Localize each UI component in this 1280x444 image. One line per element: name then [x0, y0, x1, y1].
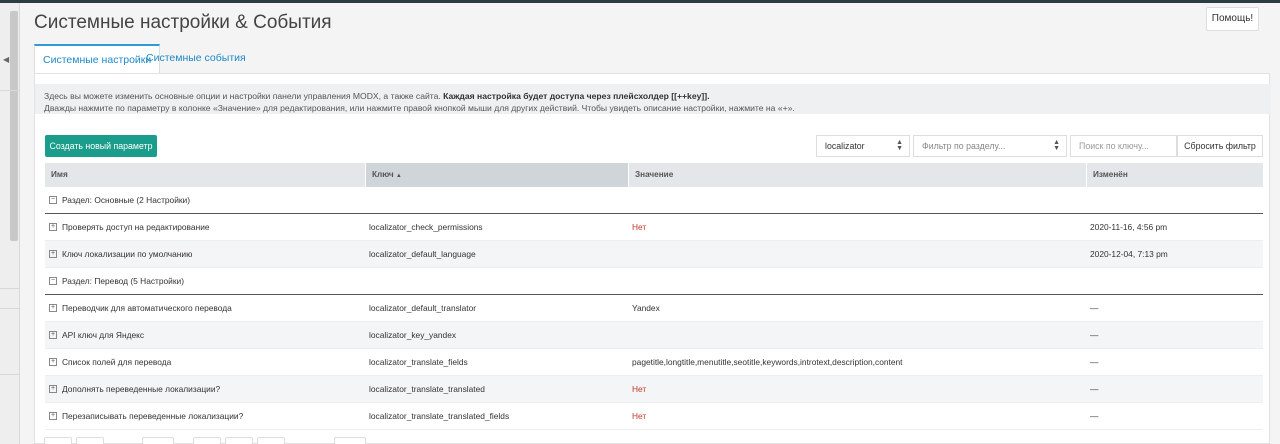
setting-modified: 2020-11-16, 4:56 pm	[1090, 222, 1168, 232]
expand-icon[interactable]: +	[49, 411, 57, 420]
setting-name: Проверять доступ на редактирование	[62, 222, 210, 232]
setting-modified: —	[1090, 303, 1099, 313]
table-row[interactable]: + Ключ локализации по умолчанию localizat…	[45, 241, 1263, 268]
collapse-icon[interactable]: −	[49, 276, 57, 285]
setting-value[interactable]: Yandex	[632, 295, 660, 322]
setting-modified: 2020-12-04, 7:13 pm	[1090, 249, 1168, 259]
area-filter-select[interactable]: Фильтр по разделу... ▲ ▼	[913, 135, 1067, 157]
top-bar	[0, 0, 1280, 3]
description-line1: Здесь вы можете изменить основные опции …	[44, 91, 444, 101]
expand-icon[interactable]: +	[49, 330, 57, 339]
namespace-select-value: localizator	[825, 141, 865, 151]
setting-value[interactable]: Нет	[632, 376, 646, 403]
setting-modified: —	[1090, 357, 1099, 367]
setting-value[interactable]: Нет	[632, 214, 646, 241]
updown-caret-icon: ▲ ▼	[1053, 139, 1060, 152]
setting-value[interactable]: pagetitle,longtitle,menutitle,seotitle,k…	[632, 349, 902, 376]
setting-modified: —	[1090, 330, 1099, 340]
col-header-name[interactable]: Имя	[45, 163, 365, 187]
pager-page-input[interactable]	[142, 437, 174, 444]
description-bold: Каждая настройка будет доступа через пле…	[443, 91, 710, 101]
collapse-icon[interactable]: −	[49, 195, 57, 204]
settings-panel: Здесь вы можете изменить основные опции …	[34, 73, 1271, 444]
setting-key: localizator_default_translator	[369, 303, 477, 313]
expand-icon[interactable]: +	[49, 249, 57, 258]
table-row[interactable]: + API ключ для Яндекс localizator_key_yan…	[45, 322, 1263, 349]
expand-icon[interactable]: +	[49, 384, 57, 393]
create-setting-button[interactable]: Создать новый параметр	[45, 135, 157, 157]
pager-last-button[interactable]	[225, 437, 253, 444]
setting-key: localizator_key_yandex	[369, 330, 457, 340]
setting-name: Перезаписывать переведенные локализации?	[62, 411, 244, 421]
pager-refresh-button[interactable]	[257, 437, 285, 444]
col-header-modified[interactable]: Изменён	[1086, 163, 1263, 187]
setting-value[interactable]: Нет	[632, 403, 646, 430]
setting-name: API ключ для Яндекс	[62, 330, 145, 340]
group-header[interactable]: − Раздел: Перевод (5 Настройки)	[45, 268, 1263, 295]
settings-grid: Имя Ключ ▲ Значение Изменён − Раздел: Осн…	[45, 163, 1263, 430]
key-search-input[interactable]: Поиск по ключу...	[1070, 135, 1177, 157]
setting-name: Дополнять переведенные локализации?	[62, 384, 221, 394]
help-button[interactable]: Помощь!	[1206, 7, 1259, 31]
table-row[interactable]: + Список полей для перевода localizator_t…	[45, 349, 1263, 376]
table-row[interactable]: + Проверять доступ на редактирование loca…	[45, 214, 1263, 241]
table-row[interactable]: + Дополнять переведенные локализации? loc…	[45, 376, 1263, 403]
setting-key: localizator_translate_translated	[369, 384, 485, 394]
grid-header: Имя Ключ ▲ Значение Изменён	[45, 163, 1263, 187]
setting-key: localizator_check_permissions	[369, 222, 483, 232]
table-row[interactable]: + Перезаписывать переведенные локализации…	[45, 403, 1263, 430]
group-label: Раздел: Основные (2 Настройки)	[62, 195, 191, 205]
reset-filter-button[interactable]: Сбросить фильтр	[1177, 135, 1263, 157]
expand-icon[interactable]: +	[49, 303, 57, 312]
setting-name: Список полей для перевода	[62, 357, 172, 367]
group-label: Раздел: Перевод (5 Настройки)	[62, 276, 184, 286]
divider	[0, 374, 20, 375]
description: Здесь вы можете изменить основные опции …	[35, 84, 1271, 114]
setting-modified: —	[1090, 384, 1099, 394]
page-title: Системные настройки & События	[34, 12, 332, 33]
namespace-select[interactable]: localizator ▲ ▼	[816, 135, 910, 157]
tab-system-events[interactable]: Системные события	[138, 44, 254, 74]
divider	[0, 288, 20, 289]
pager-size-input[interactable]	[334, 437, 366, 444]
pager-next-button[interactable]	[193, 437, 221, 444]
updown-caret-icon: ▲ ▼	[896, 139, 903, 152]
setting-name: Ключ локализации по умолчанию	[62, 249, 193, 259]
collapse-arrow-icon[interactable]: ◀	[3, 55, 9, 64]
pager-first-button[interactable]	[44, 437, 72, 444]
col-header-key[interactable]: Ключ ▲	[365, 163, 628, 187]
area-filter-placeholder: Фильтр по разделу...	[922, 141, 1006, 151]
col-header-key-label: Ключ	[372, 170, 394, 179]
col-header-value[interactable]: Значение	[628, 163, 1086, 187]
sidebar-scrollbar[interactable]	[10, 11, 18, 241]
setting-key: localizator_translate_fields	[369, 357, 468, 367]
expand-icon[interactable]: +	[49, 357, 57, 366]
setting-key: localizator_default_language	[369, 249, 476, 259]
description-line2: Дважды нажмите по параметру в колонке «З…	[44, 103, 795, 113]
setting-key: localizator_translate_translated_fields	[369, 411, 510, 421]
expand-icon[interactable]: +	[49, 222, 57, 231]
group-header[interactable]: − Раздел: Основные (2 Настройки)	[45, 187, 1263, 214]
sort-asc-icon: ▲	[395, 173, 402, 179]
left-sidebar-strip[interactable]: ◀	[0, 3, 20, 444]
setting-modified: —	[1090, 411, 1099, 421]
table-row[interactable]: + Переводчик для автоматического перевода…	[45, 295, 1263, 322]
divider	[0, 308, 20, 309]
divider	[0, 90, 20, 91]
pager-prev-button[interactable]	[76, 437, 104, 444]
setting-name: Переводчик для автоматического перевода	[62, 303, 232, 313]
